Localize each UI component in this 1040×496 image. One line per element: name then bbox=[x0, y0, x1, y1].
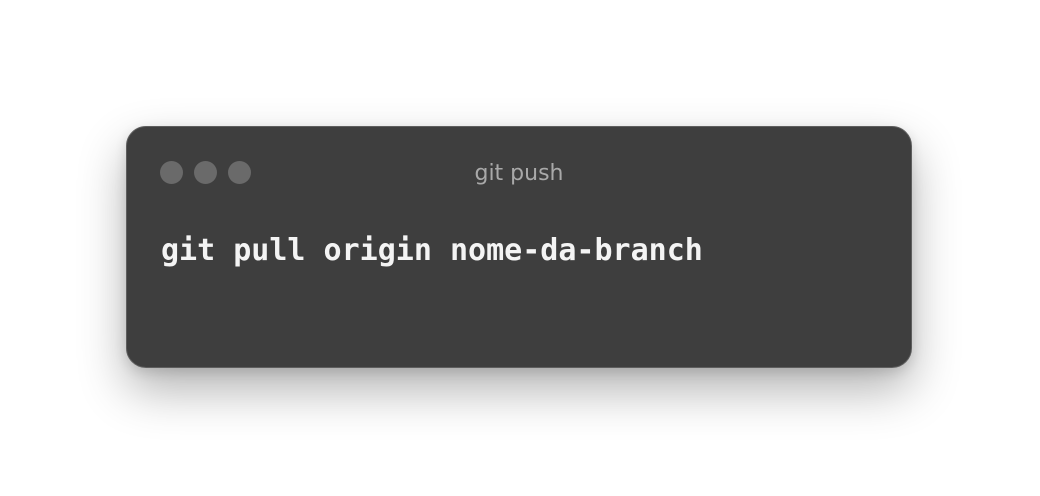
window-title: git push bbox=[474, 161, 564, 186]
title-bar: git push bbox=[127, 127, 911, 217]
terminal-body[interactable]: git pull origin nome-da-branch bbox=[161, 231, 877, 271]
terminal-window: git push git pull origin nome-da-branch bbox=[126, 126, 912, 368]
command-line: git pull origin nome-da-branch bbox=[161, 233, 703, 268]
